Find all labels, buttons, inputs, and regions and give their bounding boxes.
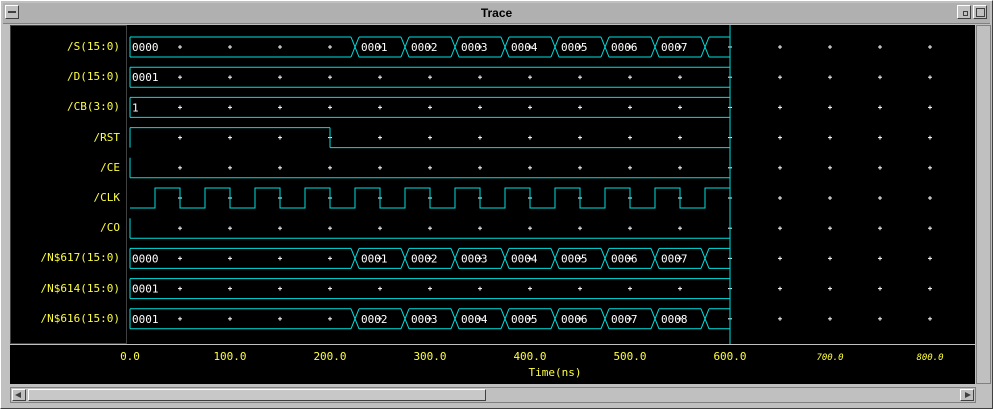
bus-value-label: 0001 xyxy=(132,71,159,84)
signal-trace: 0001 0002 0003 0004 0005 0006 0007 0008 xyxy=(129,308,730,330)
scroll-left-arrow-icon[interactable] xyxy=(12,389,26,401)
signal-name-label[interactable]: /S(15:0) xyxy=(67,40,120,53)
bus-value-label: 0007 xyxy=(661,41,688,54)
time-axis-label: Time(ns) xyxy=(529,366,582,379)
waveform-canvas: 0000 0001 0002 0003 0004 0005 0006 0007 0001 1 000… xyxy=(129,25,932,344)
signal-trace: 0000 0001 0002 0003 0004 0005 0006 0007 xyxy=(129,36,730,58)
bus-value-label: 0006 xyxy=(611,41,638,54)
grid-dots xyxy=(178,45,932,321)
minimize-button[interactable] xyxy=(957,5,971,19)
signal-name-label[interactable]: /CE xyxy=(100,161,120,174)
bus-value-label: 0005 xyxy=(561,252,588,265)
bus-value-label: 0000 xyxy=(132,252,159,265)
time-tick-label: 200.0 xyxy=(313,350,346,363)
bus-value-label: 0002 xyxy=(411,252,438,265)
signal-trace xyxy=(130,187,730,209)
signal-name-label[interactable]: /N$617(15:0) xyxy=(41,251,120,264)
signal-name-label[interactable]: /CB(3:0) xyxy=(67,100,120,113)
time-tick-label: 600.0 xyxy=(713,350,746,363)
time-tick-label: 700.0 xyxy=(816,353,843,363)
bus-value-label: 0004 xyxy=(511,252,538,265)
trace-window: Trace /S(15:0) /D(15:0) /CB(3:0) /RST/CE/CL… xyxy=(0,0,993,409)
bus-value-label: 0001 xyxy=(132,283,159,296)
time-tick-label: 500.0 xyxy=(613,350,646,363)
time-tick-label: 400.0 xyxy=(513,350,546,363)
bus-value-label: 0001 xyxy=(361,252,388,265)
bus-value-label: 0007 xyxy=(661,252,688,265)
time-axis: 0.0 100.0 200.0 300.0 400.0 500.0 600.0 700.0 80… xyxy=(10,345,975,384)
scroll-right-arrow-icon[interactable] xyxy=(960,389,974,401)
horizontal-scroll-thumb[interactable] xyxy=(28,389,486,401)
bus-value-label: 0001 xyxy=(132,313,159,326)
bus-value-label: 0004 xyxy=(511,41,538,54)
bus-value-label: 0006 xyxy=(561,313,588,326)
signal-names-panel: /S(15:0) /D(15:0) /CB(3:0) /RST/CE/CLK/CO/N… xyxy=(10,25,127,344)
bus-value-label: 0000 xyxy=(132,41,159,54)
bus-value-label: 0008 xyxy=(661,313,688,326)
signal-name-label[interactable]: /RST xyxy=(94,131,121,144)
clock-waveform xyxy=(130,187,730,209)
signal-name-label[interactable]: /CLK xyxy=(94,191,121,204)
bus-value-label: 0002 xyxy=(411,41,438,54)
bus-value-label: 0001 xyxy=(361,41,388,54)
bus-value-label: 0002 xyxy=(361,313,388,326)
bus-value-label: 0005 xyxy=(511,313,538,326)
vertical-scrollbar[interactable] xyxy=(976,25,991,384)
time-tick-label: 300.0 xyxy=(413,350,446,363)
waveform-area[interactable]: 0000 0001 0002 0003 0004 0005 0006 0007 0001 1 000… xyxy=(127,25,975,344)
bus-value-label: 0003 xyxy=(461,41,488,54)
bus-value-label: 0006 xyxy=(611,252,638,265)
signal-name-label[interactable]: /D(15:0) xyxy=(67,70,120,83)
bus-value-label: 1 xyxy=(132,101,139,114)
bus-value-label: 0004 xyxy=(461,313,488,326)
horizontal-scrollbar[interactable] xyxy=(10,387,976,403)
bus-value-label: 0007 xyxy=(611,313,638,326)
time-tick-label: 0.0 xyxy=(120,350,140,363)
time-tick-label: 800.0 xyxy=(916,353,943,363)
bus-value-label: 0003 xyxy=(461,252,488,265)
bus-value-label: 0005 xyxy=(561,41,588,54)
bus-value-label: 0003 xyxy=(411,313,438,326)
signal-name-label[interactable]: /CO xyxy=(100,221,120,234)
window-title: Trace xyxy=(480,6,513,20)
time-axis-canvas: 0.0 100.0 200.0 300.0 400.0 500.0 600.0 700.0 80… xyxy=(120,350,943,379)
signal-name-label[interactable]: /N$616(15:0) xyxy=(41,312,120,325)
maximize-button[interactable] xyxy=(973,5,987,19)
signal-name-label[interactable]: /N$614(15:0) xyxy=(41,282,120,295)
title-bar[interactable]: Trace xyxy=(3,3,990,24)
time-tick-label: 100.0 xyxy=(213,350,246,363)
signal-trace: 0000 0001 0002 0003 0004 0005 0006 0007 xyxy=(129,247,730,269)
